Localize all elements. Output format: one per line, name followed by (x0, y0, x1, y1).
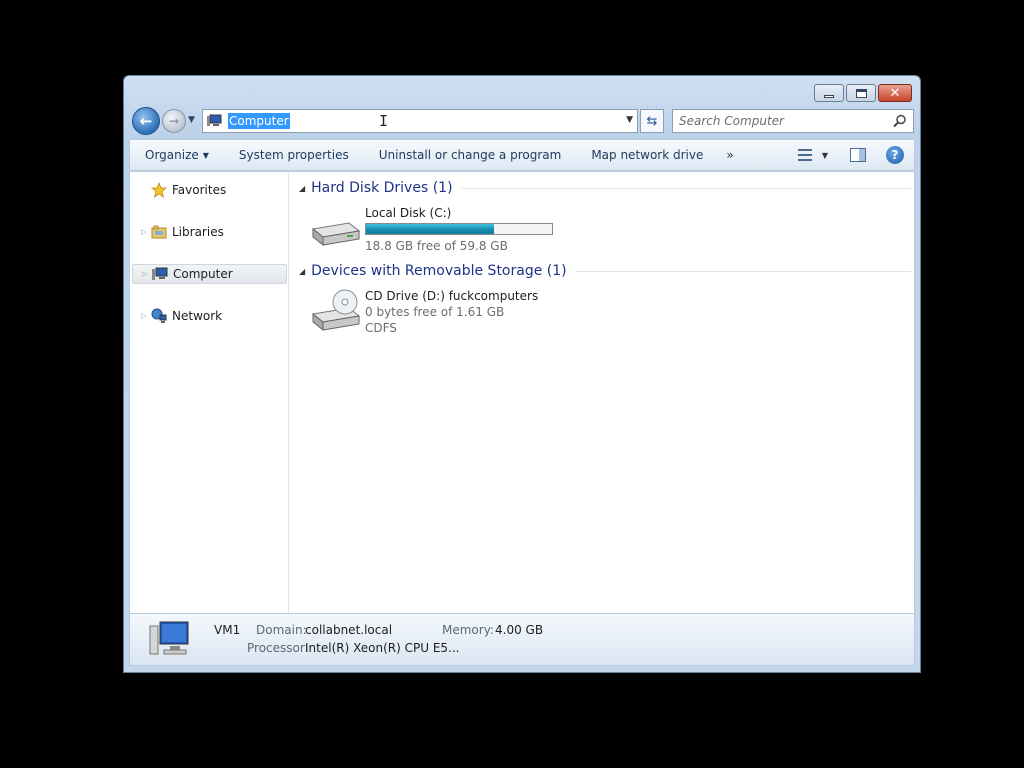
expand-arrow-icon[interactable]: ▷ (138, 312, 150, 320)
drive-text: CD Drive (D:) fuckcomputers 0 bytes free… (365, 288, 538, 336)
view-options-dropdown[interactable]: ▼ (822, 151, 828, 160)
back-arrow-icon: ← (139, 112, 153, 130)
organize-button[interactable]: Organize ▼ (130, 148, 224, 162)
sidebar-item-label: Network (172, 309, 223, 323)
change-view-icon[interactable] (797, 147, 816, 163)
refresh-button[interactable]: ⇆ (640, 109, 664, 133)
memory-value: 4.00 GB (495, 623, 544, 637)
chevron-down-icon: ▼ (188, 115, 195, 125)
processor-label: Processor: (247, 641, 309, 655)
computer-icon (207, 114, 223, 128)
back-button[interactable]: ← (132, 107, 160, 135)
help-icon[interactable]: ? (886, 146, 904, 164)
group-header-removable-storage[interactable]: ◢ Devices with Removable Storage (1) (299, 263, 911, 279)
drive-name: Local Disk (C:) (365, 206, 452, 220)
view-controls: ▼ ? (797, 146, 904, 164)
drive-item-local-disk[interactable]: Local Disk (C:) 18.8 GB free of 59.8 GB (309, 205, 553, 254)
drive-item-cd-drive[interactable]: CD Drive (D:) fuckcomputers 0 bytes free… (309, 288, 538, 336)
star-icon (150, 182, 168, 198)
sidebar-item-libraries[interactable]: ▷ Libraries (132, 222, 287, 242)
sidebar-item-label: Favorites (172, 183, 227, 197)
system-properties-button[interactable]: System properties (224, 148, 364, 162)
recent-pages-button[interactable]: ▼ (188, 115, 200, 127)
expand-arrow-icon[interactable]: ▷ (138, 228, 150, 236)
collapse-triangle-icon[interactable]: ◢ (299, 267, 305, 276)
sidebar-item-label: Computer (173, 267, 233, 281)
computer-icon (151, 266, 169, 282)
forward-arrow-icon: → (168, 114, 180, 128)
close-icon: ✕ (889, 85, 901, 101)
details-pane: VM1 Domain: collabnet.local Memory: 4.00… (129, 613, 915, 666)
collapse-triangle-icon[interactable]: ◢ (299, 184, 305, 193)
group-divider (460, 187, 911, 189)
refresh-icon: ⇆ (646, 113, 658, 129)
domain-label: Domain: (256, 623, 307, 637)
address-dropdown-icon[interactable]: ▼ (626, 115, 633, 125)
maximize-icon (855, 88, 867, 98)
expand-arrow-icon[interactable]: ▷ (139, 270, 151, 278)
navigation-pane: Favorites ▷ Libraries ▷ Computer ▷ Netwo… (130, 172, 289, 613)
command-bar: Organize ▼ System properties Uninstall or… (129, 139, 915, 171)
main-area: Favorites ▷ Libraries ▷ Computer ▷ Netwo… (129, 172, 915, 613)
group-title: Devices with Removable Storage (1) (311, 263, 567, 279)
drive-free-space: 0 bytes free of 1.61 GB (365, 305, 505, 319)
cd-drive-icon (309, 288, 361, 336)
minimize-button[interactable] (814, 84, 844, 102)
search-icon[interactable] (893, 114, 907, 131)
maximize-button[interactable] (846, 84, 876, 102)
address-bar[interactable]: Computer I ▼ (202, 109, 638, 133)
sidebar-item-label: Libraries (172, 225, 224, 239)
chevron-down-icon: ▼ (202, 151, 209, 160)
drive-free-space: 18.8 GB free of 59.8 GB (365, 239, 508, 253)
computer-name: VM1 (214, 623, 241, 637)
minimize-icon (824, 94, 834, 98)
memory-label: Memory: (442, 623, 494, 637)
drive-name: CD Drive (D:) fuckcomputers (365, 289, 539, 303)
domain-value: collabnet.local (305, 623, 393, 637)
map-network-drive-button[interactable]: Map network drive (576, 148, 718, 162)
text-cursor-icon: I (379, 112, 389, 130)
uninstall-program-button[interactable]: Uninstall or change a program (364, 148, 577, 162)
caption-buttons: ✕ (812, 84, 912, 102)
computer-icon (148, 620, 192, 660)
drive-text: Local Disk (C:) 18.8 GB free of 59.8 GB (365, 205, 553, 254)
search-box[interactable] (672, 109, 914, 133)
preview-pane-icon[interactable] (850, 148, 866, 162)
more-commands-button[interactable]: » (718, 148, 741, 162)
close-button[interactable]: ✕ (878, 84, 912, 102)
group-divider (574, 270, 911, 272)
network-icon (150, 308, 168, 324)
forward-button[interactable]: → (162, 109, 186, 133)
organize-label: Organize (145, 148, 199, 162)
sidebar-item-favorites[interactable]: Favorites (132, 180, 287, 200)
drive-file-system: CDFS (365, 321, 397, 335)
content-pane: ◢ Hard Disk Drives (1) Local Disk (C:) 1… (293, 172, 914, 613)
libraries-icon (150, 224, 168, 240)
sidebar-item-computer[interactable]: ▷ Computer (132, 264, 287, 284)
usage-bar-fill (366, 224, 494, 234)
explorer-window: ✕ ← → ▼ Computer I ▼ ⇆ Organize▼ System … (123, 75, 921, 673)
sidebar-item-network[interactable]: ▷ Network (132, 306, 287, 326)
processor-value: Intel(R) Xeon(R) CPU E5... (305, 641, 460, 655)
search-input[interactable] (679, 114, 889, 128)
address-text[interactable]: Computer (228, 113, 290, 129)
group-header-hard-disk-drives[interactable]: ◢ Hard Disk Drives (1) (299, 180, 911, 196)
group-title: Hard Disk Drives (1) (311, 180, 453, 196)
hard-drive-icon (309, 205, 361, 253)
usage-bar (365, 223, 553, 235)
navigation-bar: ← → ▼ Computer I ▼ ⇆ (132, 107, 914, 135)
